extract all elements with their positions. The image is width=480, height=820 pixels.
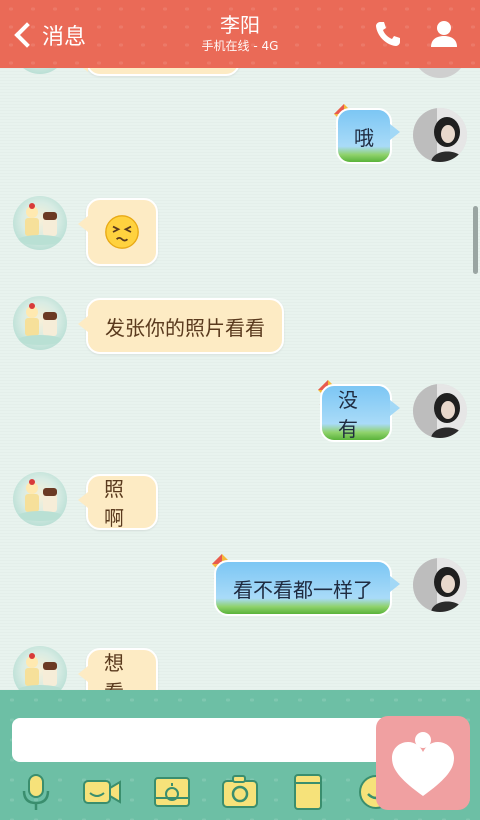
scrollbar[interactable]: [473, 206, 478, 274]
partial-incoming-bubble: [78, 68, 240, 76]
message-text: 想看: [104, 651, 124, 690]
message-text: 照啊: [104, 477, 124, 530]
contact-name: 李阳: [220, 13, 260, 37]
cake-figurine-avatar: [18, 303, 62, 345]
my-avatar[interactable]: [413, 108, 467, 162]
my-avatar[interactable]: [413, 68, 467, 78]
confused-face-emoji-icon: [105, 215, 139, 249]
message-text: 没有: [338, 388, 358, 441]
chat-message-list[interactable]: 哦 发张你的照片看看 没有 照啊 看不看都一样了 想: [0, 68, 480, 690]
heart-shortcut-button[interactable]: [376, 716, 470, 810]
my-avatar[interactable]: [413, 384, 467, 438]
title-block: 李阳 手机在线 - 4G: [0, 12, 480, 54]
contact-avatar[interactable]: [13, 196, 67, 250]
cake-figurine-avatar: [18, 653, 62, 690]
camera-icon[interactable]: [220, 772, 260, 812]
online-status: 手机在线 - 4G: [201, 39, 279, 53]
message-text: 哦: [354, 125, 374, 150]
cake-figurine-avatar: [18, 479, 62, 521]
file-icon[interactable]: [288, 772, 328, 812]
message-bubble-outgoing[interactable]: 没有: [320, 384, 400, 442]
chat-header: 消息 李阳 手机在线 - 4G: [0, 0, 480, 68]
message-bubble-incoming[interactable]: 想看: [78, 648, 158, 690]
contact-avatar[interactable]: [13, 646, 67, 690]
my-avatar[interactable]: [413, 558, 467, 612]
cake-figurine-avatar: [18, 203, 62, 245]
message-text: 看不看都一样了: [233, 577, 373, 602]
contact-avatar[interactable]: [13, 296, 67, 350]
photo-album-icon[interactable]: [152, 772, 192, 812]
contact-avatar[interactable]: [13, 472, 67, 526]
user-photo-avatar: [413, 108, 467, 162]
phone-icon[interactable]: [372, 18, 404, 50]
message-bubble-incoming[interactable]: 发张你的照片看看: [78, 298, 284, 354]
message-bubble-outgoing[interactable]: 看不看都一样了: [214, 560, 400, 616]
message-input[interactable]: [12, 718, 412, 762]
message-bubble-incoming[interactable]: 照啊: [78, 474, 158, 530]
video-call-icon[interactable]: [82, 772, 122, 812]
message-bubble-outgoing[interactable]: 哦: [336, 108, 400, 164]
message-bubble-incoming[interactable]: [78, 198, 158, 266]
user-photo-avatar: [413, 384, 467, 438]
user-photo-avatar: [413, 558, 467, 612]
contact-avatar[interactable]: [13, 68, 67, 74]
contact-profile-icon[interactable]: [428, 18, 460, 50]
microphone-icon[interactable]: [16, 772, 56, 812]
message-text: 发张你的照片看看: [105, 315, 265, 340]
heart-icon: [392, 732, 454, 796]
